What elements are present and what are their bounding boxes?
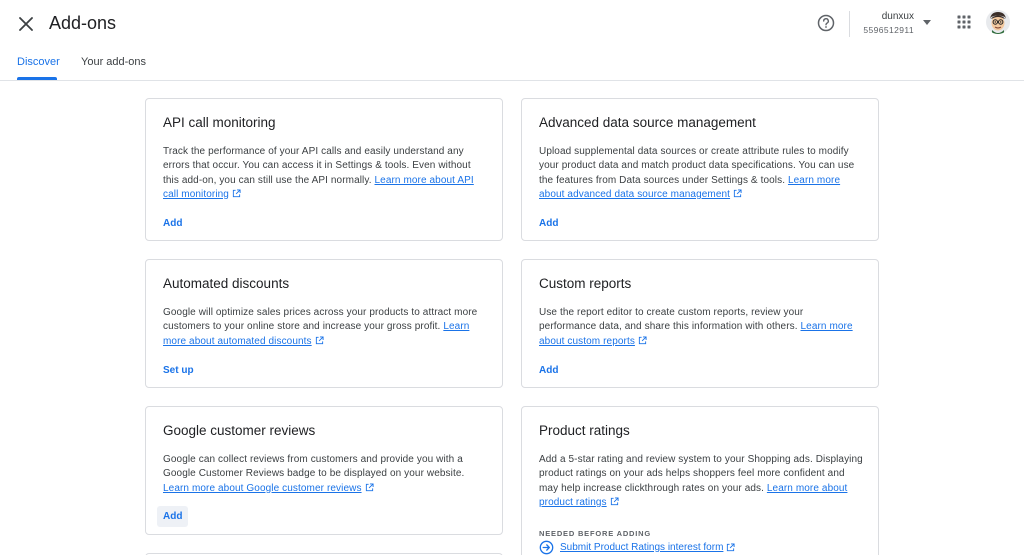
learn-more-link[interactable]: Learn more xyxy=(788,175,840,186)
card-description: Google will optimize sales prices across… xyxy=(163,306,477,349)
account-id: 5596512911 xyxy=(863,25,914,35)
desc-line: Upload supplemental data sources or crea… xyxy=(539,146,849,157)
add-button[interactable]: Add xyxy=(157,506,189,527)
addon-card-api-call-monitoring: API call monitoring Track the performanc… xyxy=(145,98,503,241)
tab-bar: Discover Your add-ons xyxy=(0,50,1024,81)
learn-more-link[interactable]: Learn xyxy=(443,321,469,332)
interest-form-link-text[interactable]: Submit Product Ratings interest form xyxy=(560,542,723,553)
desc-line: Add a 5-star rating and review system to… xyxy=(539,454,863,465)
desc-line: customers to your online store and incre… xyxy=(163,321,444,333)
addon-card-automated-discounts: Automated discounts Google will optimize… xyxy=(145,259,503,388)
account-switcher[interactable]: dunxux 5596512911 xyxy=(856,11,940,37)
learn-more-link[interactable]: Learn more about xyxy=(767,483,848,494)
add-button[interactable]: Add xyxy=(539,365,558,376)
card-title: Product ratings xyxy=(539,423,630,438)
close-icon[interactable] xyxy=(14,12,38,36)
external-link-icon xyxy=(365,483,374,491)
learn-more-link[interactable]: about advanced data source management xyxy=(539,189,730,200)
card-title: Advanced data source management xyxy=(539,115,756,130)
interest-form-link[interactable]: Submit Product Ratings interest form xyxy=(539,539,735,555)
learn-more-link[interactable]: Learn more about Google customer reviews xyxy=(163,483,362,494)
addon-card-product-ratings: Product ratings Add a 5-star rating and … xyxy=(521,406,879,555)
desc-line: Track the performance of your API calls … xyxy=(163,146,464,157)
desc-line: your product data and match product data… xyxy=(539,160,855,172)
card-description: Upload supplemental data sources or crea… xyxy=(539,145,854,202)
desc-line: errors that occur. You can access it in … xyxy=(163,160,471,172)
add-button[interactable]: Add xyxy=(163,218,182,229)
card-title: Automated discounts xyxy=(163,276,290,291)
card-description: Track the performance of your API calls … xyxy=(163,145,474,202)
card-description: Use the report editor to create custom r… xyxy=(539,306,853,349)
card-title: Custom reports xyxy=(539,276,632,291)
header-divider xyxy=(849,11,850,37)
desc-line: Google Customer Reviews badge to be disp… xyxy=(163,468,465,480)
learn-more-link[interactable]: call monitoring xyxy=(163,189,229,200)
desc-line: product ratings on your ads helps shoppe… xyxy=(539,468,845,480)
learn-more-link[interactable]: about custom reports xyxy=(539,336,635,347)
desc-line: Use the report editor to create custom r… xyxy=(539,307,804,318)
desc-line: the features from Data sources under Set… xyxy=(539,174,788,186)
desc-line: this add-on, you can still use the API n… xyxy=(163,174,375,186)
avatar-icon[interactable] xyxy=(986,10,1010,34)
add-button[interactable]: Add xyxy=(539,218,558,229)
addon-card-google-customer-reviews: Google customer reviews Google can colle… xyxy=(145,406,503,535)
card-title: API call monitoring xyxy=(163,115,276,130)
tab-discover[interactable]: Discover xyxy=(17,56,60,68)
apps-grid-icon[interactable] xyxy=(956,14,972,30)
active-tab-indicator xyxy=(17,77,57,80)
card-description: Add a 5-star rating and review system to… xyxy=(539,453,863,510)
external-link-icon xyxy=(232,189,241,197)
top-bar: Add-ons dunxux 5596512911 xyxy=(0,0,1024,46)
external-link-icon xyxy=(733,189,742,197)
page-title: Add-ons xyxy=(49,13,117,33)
arrow-circle-icon xyxy=(539,540,554,554)
desc-line: performance data, and share this informa… xyxy=(539,321,801,333)
caret-down-icon xyxy=(923,20,931,25)
set-up-button[interactable]: Set up xyxy=(163,365,194,376)
help-circle-icon[interactable] xyxy=(815,12,837,34)
account-name: dunxux xyxy=(881,11,914,22)
learn-more-link[interactable]: more about automated discounts xyxy=(163,336,312,347)
learn-more-link[interactable]: product ratings xyxy=(539,497,607,508)
desc-line: may help increase clickthrough rates on … xyxy=(539,482,767,494)
external-link-icon xyxy=(610,497,619,505)
desc-line: Google will optimize sales prices across… xyxy=(163,307,478,318)
learn-more-link[interactable]: Learn more xyxy=(801,321,853,332)
learn-more-link[interactable]: Learn more about API xyxy=(375,175,474,186)
addon-card-custom-reports: Custom reports Use the report editor to … xyxy=(521,259,879,388)
card-title: Google customer reviews xyxy=(163,423,316,438)
external-link-icon xyxy=(727,542,735,551)
needed-before-adding-label: NEEDED BEFORE ADDING xyxy=(539,529,651,538)
desc-line: Google can collect reviews from customer… xyxy=(163,454,463,465)
external-link-icon xyxy=(315,336,324,344)
card-description: Google can collect reviews from customer… xyxy=(163,453,464,496)
addon-card-advanced-data-source-management: Advanced data source management Upload s… xyxy=(521,98,879,241)
tab-your-add-ons[interactable]: Your add-ons xyxy=(81,56,146,68)
external-link-icon xyxy=(638,336,647,344)
